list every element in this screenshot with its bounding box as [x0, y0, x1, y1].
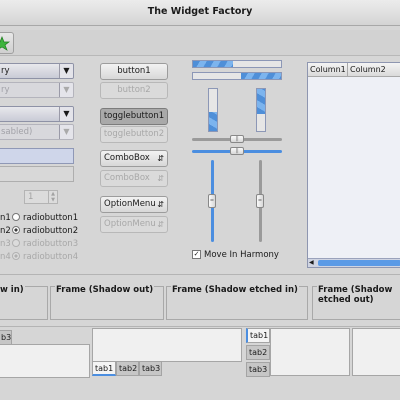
up-down-arrows-icon: ⇵	[157, 174, 164, 183]
progress-bar-vertical-1	[208, 88, 218, 132]
progress-fill	[209, 112, 217, 131]
notebook1-tab[interactable]: b3	[0, 330, 12, 345]
frame-shadow-etched-in: Frame (Shadow etched in)	[166, 285, 308, 320]
radio-label: radiobutton3	[23, 239, 79, 249]
text-entry[interactable]	[0, 148, 74, 164]
notebook3-page	[270, 328, 350, 376]
progress-fill	[193, 61, 233, 67]
frame-label: Frame (Shadow etched out)	[317, 285, 400, 305]
toolbar	[0, 30, 400, 56]
notebook1-page	[0, 344, 90, 378]
checkmark-icon: ✓	[192, 250, 201, 259]
combo-box-disabled-text: sabled)	[1, 127, 33, 137]
radio-label: radiobutton4	[23, 252, 79, 262]
move-in-harmony-checkbox[interactable]: ✓ Move In Harmony	[192, 249, 292, 261]
frame-shadow-etched-out: Frame (Shadow etched out)	[312, 285, 400, 320]
combo-box-disabled: sabled) ▼	[0, 124, 74, 140]
combobox-button-disabled: ComboBox ⇵	[100, 170, 168, 187]
radio-button[interactable]: radiobutton1	[12, 212, 88, 225]
progress-fill	[241, 73, 281, 79]
notebook2-tab-3[interactable]: tab3	[139, 361, 162, 376]
radio-label: radiobutton2	[23, 226, 79, 236]
star-icon	[0, 36, 11, 51]
slider-knob[interactable]: =	[208, 194, 216, 208]
spin-button-value: 1	[28, 192, 34, 202]
progress-bar-vertical-2	[256, 88, 266, 132]
chevron-down-icon: ▼	[59, 83, 73, 97]
notebook4-page	[352, 328, 400, 376]
frame-label: w in)	[0, 285, 25, 295]
chevron-down-icon: ▼	[59, 64, 73, 78]
frame-shadow-out: Frame (Shadow out)	[50, 285, 164, 320]
slider-knob[interactable]: ||	[230, 135, 244, 143]
notebook3-tab-3[interactable]: tab3	[246, 362, 270, 377]
tree-view[interactable]: Column1 Column2 ◀	[307, 62, 400, 268]
button1[interactable]: button1	[100, 63, 168, 80]
combo-box[interactable]: ▼	[0, 106, 74, 122]
toggle-button1[interactable]: togglebutton1	[100, 108, 168, 125]
toggle-button2-disabled: togglebutton2	[100, 126, 168, 143]
scrollbar-thumb[interactable]	[318, 260, 400, 266]
notebook2-page	[92, 328, 242, 362]
frame-label: Frame (Shadow etched in)	[171, 285, 299, 295]
up-down-arrows-icon: ▲ ▼	[48, 191, 57, 203]
radio-label: radiobutton1	[23, 213, 79, 223]
combobox-button[interactable]: ComboBox ⇵	[100, 150, 168, 167]
toolbar-button[interactable]	[0, 32, 14, 54]
radio-button: radiobutton4	[12, 251, 88, 264]
window-titlebar[interactable]: The Widget Factory	[0, 0, 400, 26]
up-down-arrows-icon: ⇵	[157, 200, 164, 209]
up-down-arrows-icon: ⇵	[157, 220, 164, 229]
slider-knob[interactable]: ||	[230, 147, 244, 155]
progress-bar-horizontal-1	[192, 60, 282, 68]
up-down-arrows-icon: ⇵	[157, 154, 164, 163]
chevron-down-icon: ▼	[59, 107, 73, 121]
combo-box-entry[interactable]: ry ▼	[0, 63, 74, 79]
notebook3-tab-1[interactable]: tab1	[246, 328, 270, 343]
chevron-down-icon: ▼	[59, 125, 73, 139]
notebook2-tab-2[interactable]: tab2	[116, 361, 139, 376]
combobox-button-label: ComboBox	[104, 153, 150, 163]
spin-button: 1 ▲ ▼	[24, 190, 58, 204]
column-header[interactable]: Column2	[348, 63, 400, 77]
frame-shadow-in: w in)	[0, 285, 48, 320]
frame-label: Frame (Shadow out)	[55, 285, 155, 295]
progress-fill	[257, 89, 265, 115]
option-menu-label: OptionMenu	[104, 199, 156, 209]
radio-indicator	[12, 239, 20, 247]
combo-box-entry-text: ry	[1, 66, 10, 76]
window-title: The Widget Factory	[147, 6, 253, 17]
separator	[0, 326, 400, 327]
separator	[0, 274, 400, 275]
combo-box-entry-disabled: ry ▼	[0, 82, 74, 98]
option-menu-disabled: OptionMenu ⇵	[100, 216, 168, 233]
text-entry-disabled	[0, 166, 74, 182]
radio-indicator	[12, 213, 20, 221]
slider-knob[interactable]: =	[256, 194, 264, 208]
checkbox-label: Move In Harmony	[204, 250, 279, 260]
radio-group-2: radiobutton1 radiobutton2 radiobutton3 r…	[12, 212, 88, 264]
column-header[interactable]: Column1	[308, 63, 348, 77]
option-menu[interactable]: OptionMenu ⇵	[100, 196, 168, 213]
radio-button[interactable]: radiobutton2	[12, 225, 88, 238]
radio-indicator	[12, 226, 20, 234]
horizontal-scrollbar[interactable]: ◀	[308, 258, 400, 267]
combobox-button-label: ComboBox	[104, 173, 150, 183]
radio-indicator	[12, 252, 20, 260]
chevron-left-icon: ◀	[309, 259, 314, 266]
combo-box-entry-disabled-text: ry	[1, 85, 10, 95]
option-menu-label: OptionMenu	[104, 219, 156, 229]
notebook2-tab-1[interactable]: tab1	[92, 361, 116, 376]
progress-bar-horizontal-2	[192, 72, 282, 80]
button2-disabled: button2	[100, 82, 168, 99]
notebook3-tab-2[interactable]: tab2	[246, 345, 270, 360]
radio-button: radiobutton3	[12, 238, 88, 251]
